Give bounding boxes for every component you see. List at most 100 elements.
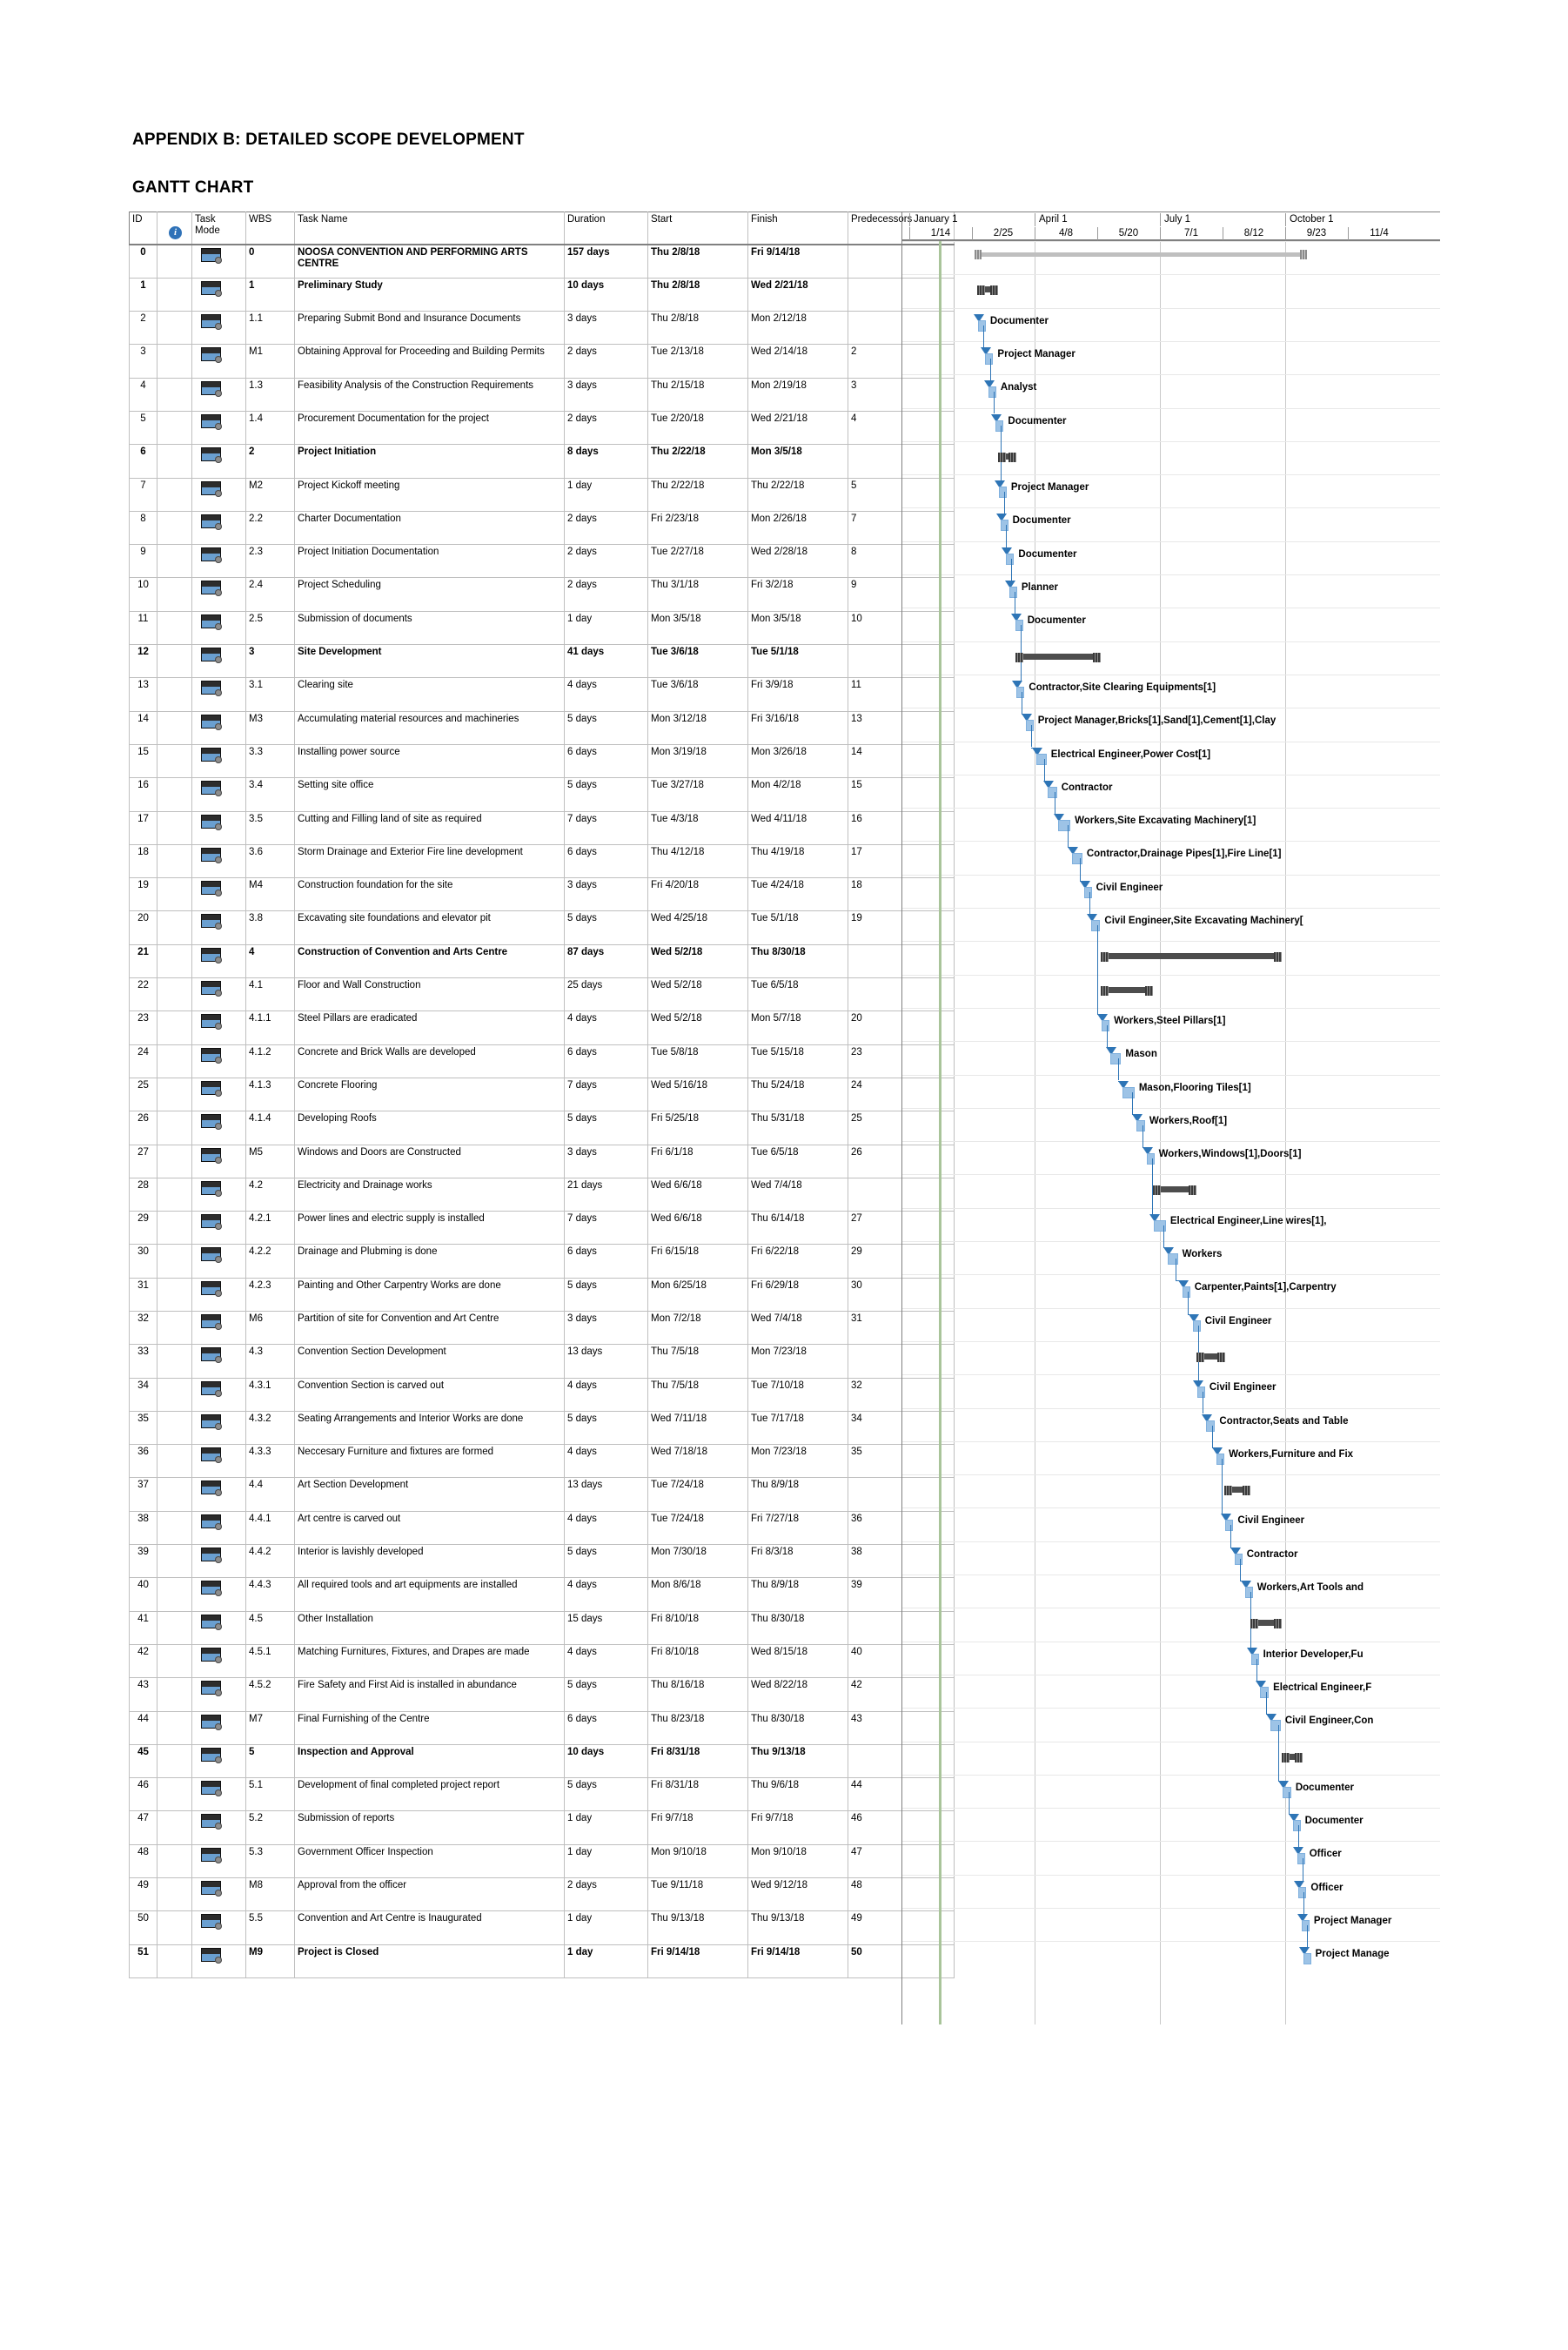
table-row[interactable]: 1 1 Preliminary Study 10 days Thu 2/8/18 Wed … (129, 277, 955, 312)
cell-task-mode[interactable] (191, 1310, 246, 1346)
table-row[interactable]: 17 3.5 Cutting and Filling land of site as… (129, 810, 955, 845)
task-bar[interactable] (1146, 1153, 1155, 1165)
cell-task-mode[interactable] (191, 1843, 246, 1879)
table-row[interactable]: 14 M3 Accumulating material resources and … (129, 710, 955, 745)
table-row[interactable]: 26 4.1.4 Developing Roofs 5 days Fri 5/25/18… (129, 1111, 955, 1145)
summary-bar[interactable] (997, 452, 1016, 462)
cell-task-mode[interactable] (191, 1577, 246, 1612)
task-bar[interactable] (1136, 1119, 1145, 1131)
cell-task-mode[interactable] (191, 344, 246, 379)
table-row[interactable]: 50 5.5 Convention and Art Centre is Inaugu… (129, 1910, 955, 1945)
cell-task-mode[interactable] (191, 710, 246, 745)
cell-task-mode[interactable] (191, 977, 246, 1012)
cell-task-mode[interactable] (191, 1244, 246, 1279)
table-row[interactable]: 45 5 Inspection and Approval 10 days Fri 8/3… (129, 1743, 955, 1779)
task-bar[interactable] (988, 386, 996, 399)
table-row[interactable]: 42 4.5.1 Matching Furnitures, Fixtures, an… (129, 1643, 955, 1679)
cell-task-mode[interactable] (191, 1477, 246, 1512)
cell-task-mode[interactable] (191, 1044, 246, 1078)
task-bar[interactable] (1225, 1520, 1234, 1532)
table-row[interactable]: 28 4.2 Electricity and Drainage works 21 da… (129, 1177, 955, 1212)
cell-task-mode[interactable] (191, 843, 246, 879)
cell-task-mode[interactable] (191, 277, 246, 312)
table-row[interactable]: 15 3.3 Installing power source 6 days Mon 3/… (129, 743, 955, 779)
cell-task-mode[interactable] (191, 810, 246, 845)
table-row[interactable]: 38 4.4.1 Art centre is carved out 4 days Tue… (129, 1510, 955, 1546)
cell-task-mode[interactable] (191, 910, 246, 945)
summary-bar[interactable] (1281, 1752, 1303, 1762)
task-bar[interactable] (1006, 553, 1015, 565)
cell-task-mode[interactable] (191, 1610, 246, 1645)
task-bar[interactable] (1025, 720, 1034, 732)
cell-task-mode[interactable] (191, 510, 246, 546)
cell-task-mode[interactable] (191, 644, 246, 679)
task-bar[interactable] (995, 420, 1004, 432)
task-bar[interactable] (1301, 1920, 1310, 1931)
table-row[interactable]: 2 1.1 Preparing Submit Bond and Insurance … (129, 311, 955, 346)
cell-task-mode[interactable] (191, 1144, 246, 1178)
cell-task-mode[interactable] (191, 677, 246, 712)
table-row[interactable]: 3 M1 Obtaining Approval for Proceeding and… (129, 344, 955, 379)
table-row[interactable]: 25 4.1.3 Concrete Flooring 7 days Wed 5/16/1… (129, 1077, 955, 1112)
table-row[interactable]: 30 4.2.2 Drainage and Plubming is done 6 da… (129, 1244, 955, 1279)
column-header-task-mode[interactable]: Task Mode (191, 212, 246, 245)
table-row[interactable]: 20 3.8 Excavating site foundations and ele… (129, 910, 955, 945)
table-row[interactable]: 39 4.4.2 Interior is lavishly developed 5 d… (129, 1544, 955, 1579)
table-row[interactable]: 47 5.2 Submission of reports 1 day Fri 9/7/1… (129, 1810, 955, 1845)
table-row[interactable]: 36 4.3.3 Neccesary Furniture and fixtures … (129, 1444, 955, 1479)
task-bar[interactable] (1250, 1653, 1259, 1665)
task-bar[interactable] (1008, 587, 1017, 598)
task-bar[interactable] (1297, 1853, 1305, 1865)
table-row[interactable]: 35 4.3.2 Seating Arrangements and Interior… (129, 1410, 955, 1446)
table-row[interactable]: 4 1.3 Feasibility Analysis of the Construc… (129, 377, 955, 412)
column-header-duration[interactable]: Duration (564, 212, 648, 245)
cell-task-mode[interactable] (191, 1777, 246, 1812)
column-header-info[interactable]: i (157, 212, 192, 245)
table-row[interactable]: 6 2 Project Initiation 8 days Thu 2/22/18 Mon… (129, 444, 955, 479)
cell-task-mode[interactable] (191, 1910, 246, 1945)
task-bar[interactable] (1048, 786, 1057, 798)
cell-task-mode[interactable] (191, 1677, 246, 1712)
cell-task-mode[interactable] (191, 1710, 246, 1745)
task-bar[interactable] (1244, 1587, 1253, 1598)
table-row[interactable]: 0 0 NOOSA CONVENTION AND PERFORMING ARTS C… (129, 244, 955, 279)
table-row[interactable]: 10 2.4 Project Scheduling 2 days Thu 3/1/18 F… (129, 577, 955, 612)
table-row[interactable]: 24 4.1.2 Concrete and Brick Walls are deve… (129, 1044, 955, 1078)
task-bar[interactable] (1298, 1886, 1307, 1898)
table-row[interactable]: 31 4.2.3 Painting and Other Carpentry Work… (129, 1277, 955, 1313)
cell-task-mode[interactable] (191, 1077, 246, 1112)
column-header-finish[interactable]: Finish (747, 212, 848, 245)
task-bar[interactable] (1016, 686, 1025, 698)
cell-task-mode[interactable] (191, 1277, 246, 1313)
cell-task-mode[interactable] (191, 311, 246, 346)
task-bar[interactable] (1303, 1953, 1311, 1965)
task-bar[interactable] (1083, 886, 1092, 898)
task-bar[interactable] (1167, 1253, 1178, 1265)
cell-task-mode[interactable] (191, 1810, 246, 1845)
cell-task-mode[interactable] (191, 477, 246, 512)
summary-bar[interactable] (1224, 1486, 1250, 1496)
timeline-body[interactable]: Documenter Project Manager Analyst Document… (902, 241, 1440, 2024)
task-bar[interactable] (998, 487, 1007, 499)
cell-task-mode[interactable] (191, 1643, 246, 1679)
table-row[interactable]: 44 M7 Final Furnishing of the Centre 6 days… (129, 1710, 955, 1745)
task-bar[interactable] (1110, 1053, 1122, 1065)
summary-bar[interactable] (1196, 1352, 1225, 1362)
table-row[interactable]: 34 4.3.1 Convention Section is carved out 4… (129, 1377, 955, 1412)
cell-task-mode[interactable] (191, 1877, 246, 1912)
table-row[interactable]: 41 4.5 Other Installation 15 days Fri 8/10/1… (129, 1610, 955, 1645)
task-bar[interactable] (1234, 1553, 1243, 1565)
task-bar[interactable] (1102, 1019, 1110, 1031)
table-row[interactable]: 33 4.3 Convention Section Development 13 da… (129, 1344, 955, 1379)
cell-task-mode[interactable] (191, 1177, 246, 1212)
cell-task-mode[interactable] (191, 877, 246, 912)
task-bar[interactable] (1292, 1820, 1301, 1832)
cell-task-mode[interactable] (191, 244, 246, 279)
cell-task-mode[interactable] (191, 444, 246, 479)
summary-bar[interactable] (1101, 985, 1154, 996)
table-row[interactable]: 46 5.1 Development of final completed proj… (129, 1777, 955, 1812)
task-bar[interactable] (985, 352, 994, 365)
table-row[interactable]: 9 2.3 Project Initiation Documentation 2 da… (129, 544, 955, 579)
column-header-task-name[interactable]: Task Name (294, 212, 565, 245)
task-bar[interactable] (1000, 520, 1008, 532)
